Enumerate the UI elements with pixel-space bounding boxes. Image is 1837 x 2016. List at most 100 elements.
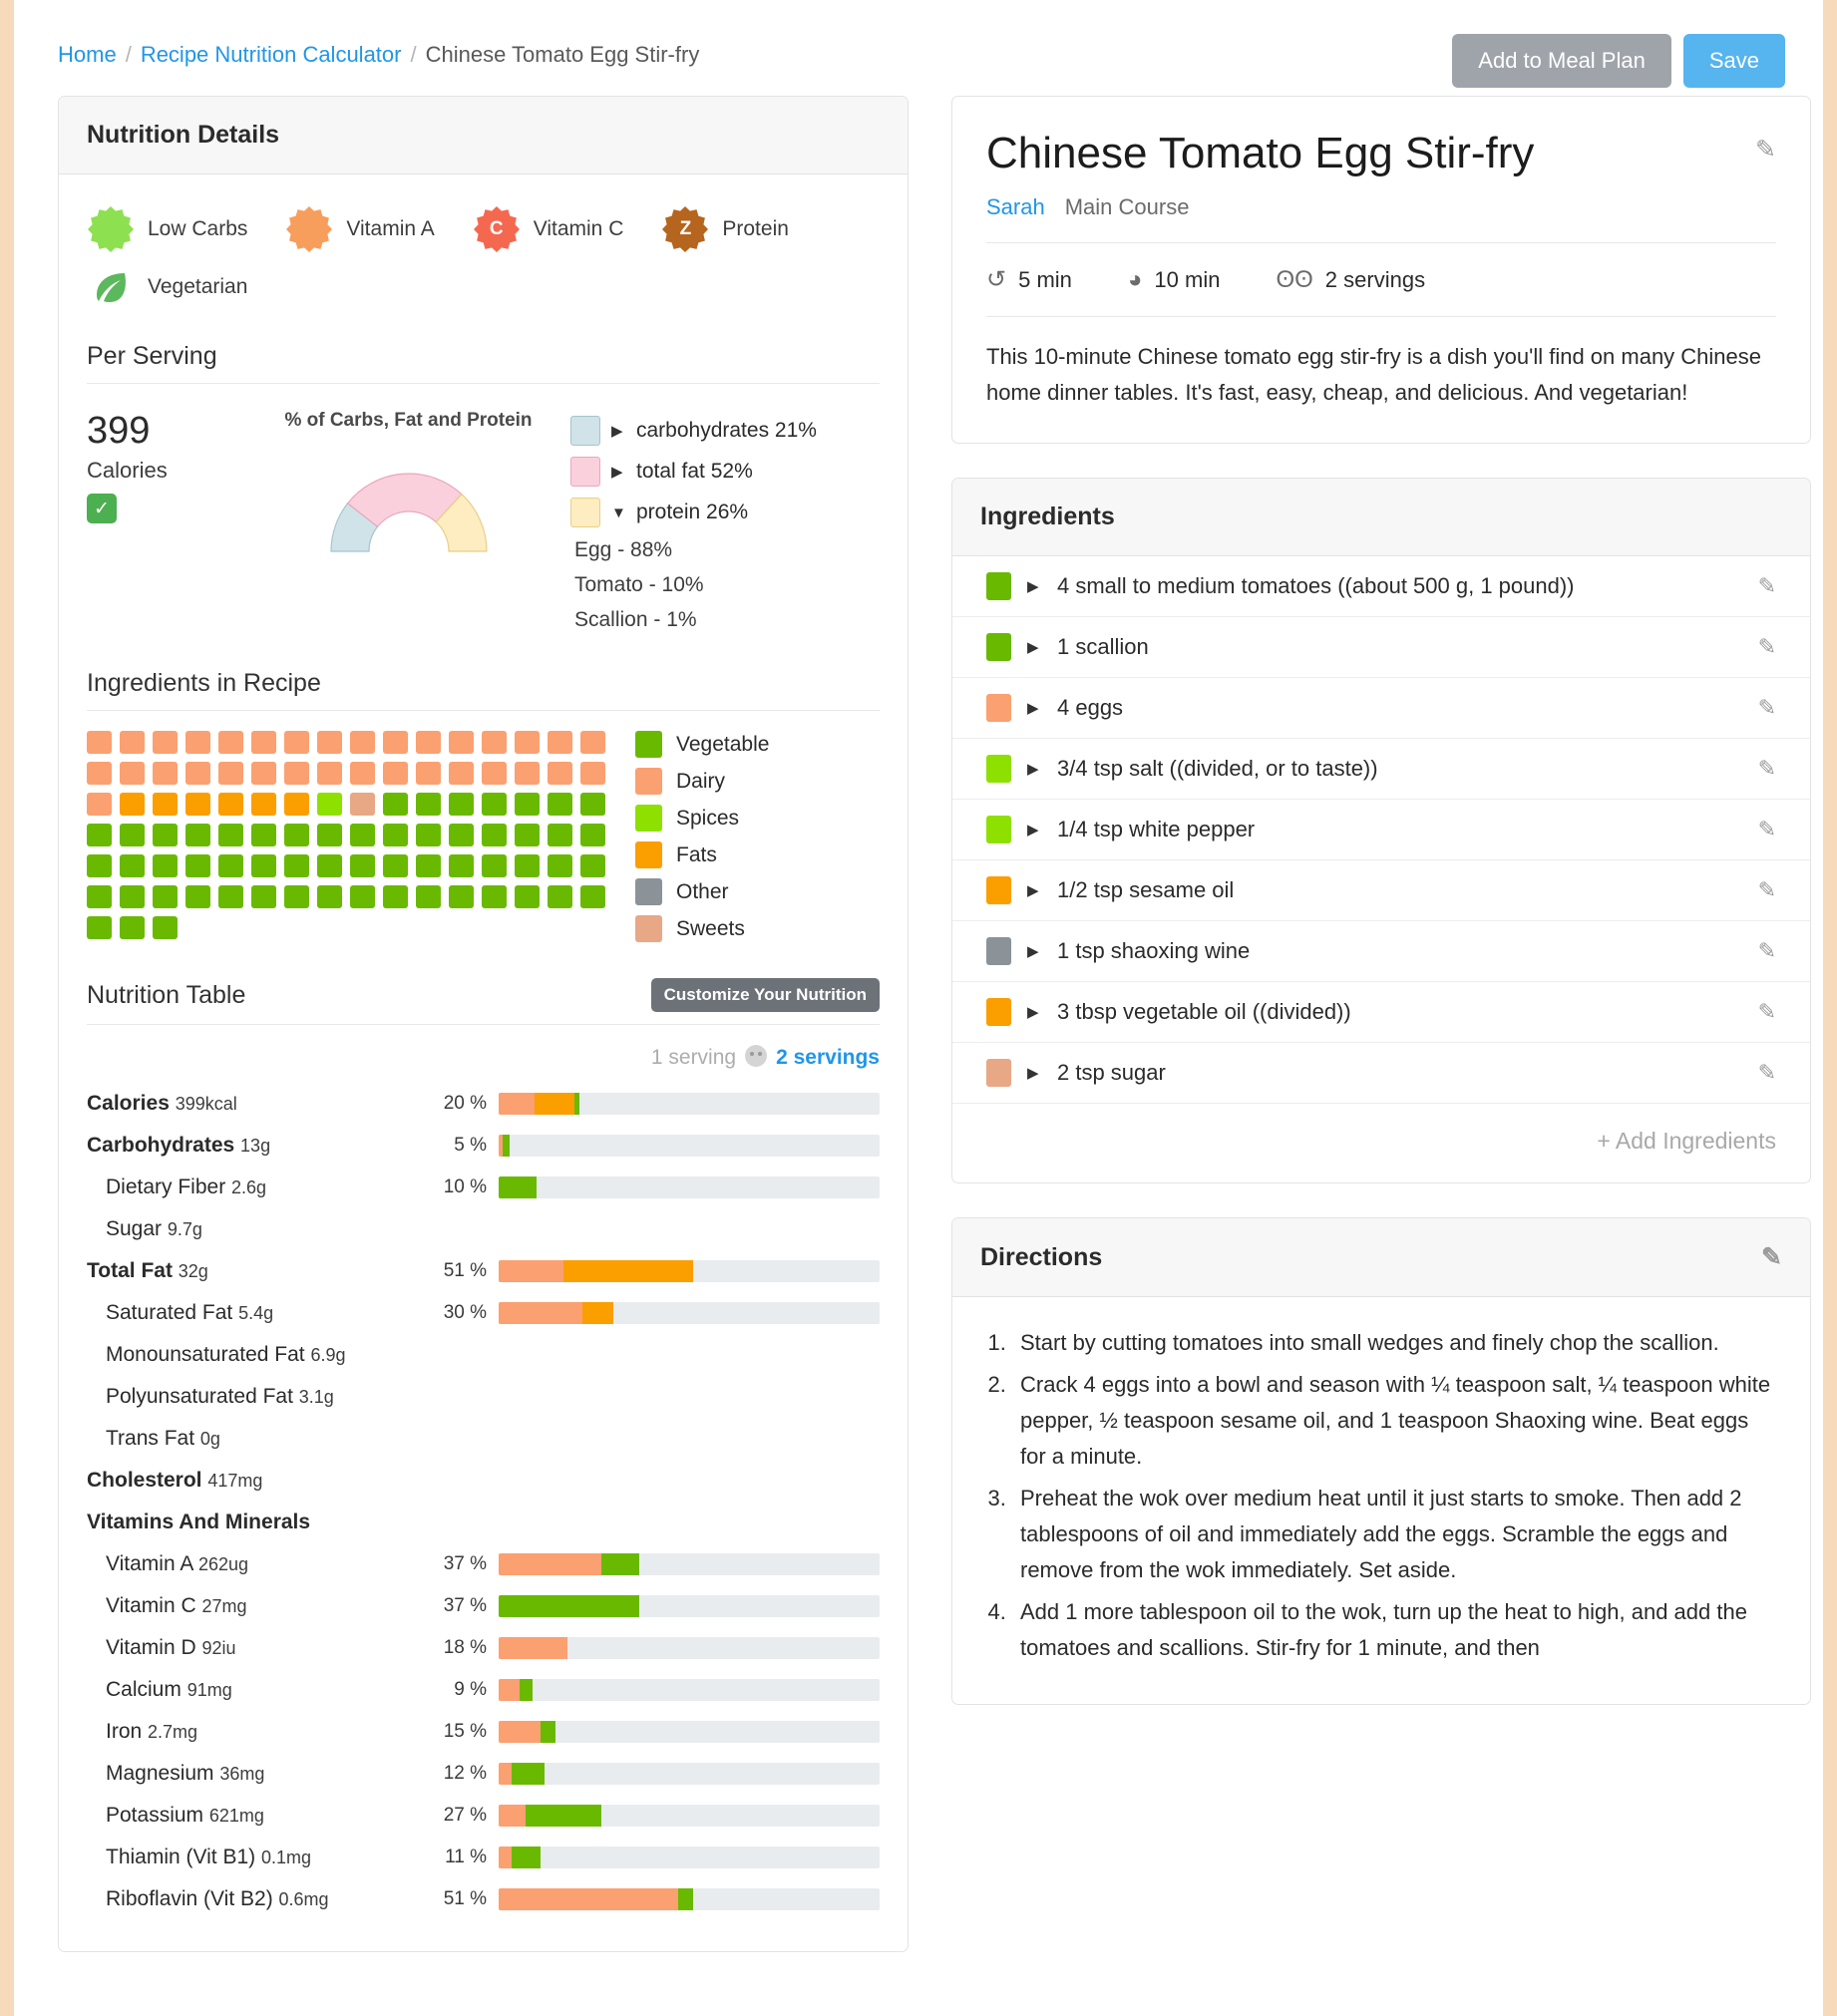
- protein-source-item: Egg - 88%: [574, 538, 673, 561]
- ingredient-row[interactable]: ▶ 1 tsp shaoxing wine ✎: [952, 921, 1810, 982]
- waffle-legend-swatch: [635, 768, 662, 795]
- nutrition-bar-segment: [499, 1679, 520, 1701]
- directions-header: Directions ✎: [952, 1218, 1810, 1297]
- add-to-meal-plan-button[interactable]: Add to Meal Plan: [1452, 34, 1671, 88]
- add-ingredients-label: Add Ingredients: [1615, 1128, 1776, 1154]
- edit-ingredient-pencil-icon[interactable]: ✎: [1758, 573, 1776, 599]
- nutrition-badge-label: Low Carbs: [148, 217, 248, 240]
- waffle-legend-item[interactable]: Fats: [635, 841, 769, 868]
- waffle-cell: [153, 762, 178, 785]
- nutrition-row-label: Vitamin C 27mg: [106, 1594, 247, 1617]
- macro-legend-swatch: [570, 457, 600, 487]
- chevron-right-icon[interactable]: ▶: [611, 422, 625, 440]
- nutrition-row-label: Sugar 9.7g: [106, 1217, 202, 1240]
- breadcrumb-section[interactable]: Recipe Nutrition Calculator: [141, 42, 402, 67]
- chevron-right-icon[interactable]: ▶: [1027, 821, 1041, 839]
- macro-legend-item[interactable]: ▶ carbohydrates 21%: [570, 416, 880, 446]
- ingredient-row[interactable]: ▶ 1/2 tsp sesame oil ✎: [952, 860, 1810, 921]
- waffle-cell: [120, 793, 145, 816]
- left-column: Nutrition Details Low Carbs Vitamin A C Vit…: [58, 96, 909, 1986]
- per-serving-row: 399 Calories ✓ % of Carbs, Fat and Prote…: [87, 404, 880, 643]
- serving-option-two[interactable]: 2 servings: [776, 1046, 880, 1069]
- macro-legend-item[interactable]: ▼ protein 26%: [570, 498, 880, 527]
- waffle-legend-item[interactable]: Spices: [635, 805, 769, 832]
- nutrition-row-label: Saturated Fat 5.4g: [106, 1301, 274, 1324]
- macro-gauge: % of Carbs, Fat and Protein: [246, 404, 570, 564]
- macro-legend-label: carbohydrates 21%: [636, 419, 817, 442]
- chevron-right-icon[interactable]: ▶: [1027, 638, 1041, 656]
- breadcrumb-home[interactable]: Home: [58, 42, 117, 67]
- ingredient-row[interactable]: ▶ 3 tbsp vegetable oil ((divided)) ✎: [952, 982, 1810, 1043]
- edit-ingredient-pencil-icon[interactable]: ✎: [1758, 999, 1776, 1025]
- nutrition-badge: Z Protein: [661, 205, 789, 253]
- ingredient-row[interactable]: ▶ 1/4 tsp white pepper ✎: [952, 800, 1810, 860]
- chevron-right-icon[interactable]: ▶: [1027, 760, 1041, 778]
- serving-size-toggle[interactable]: 1 serving 2 servings: [87, 1045, 880, 1070]
- waffle-legend-item[interactable]: Other: [635, 878, 769, 905]
- nutrition-row-label: Vitamin D 92iu: [106, 1636, 236, 1659]
- breadcrumb-separator: /: [125, 42, 132, 67]
- waffle-cell: [284, 885, 309, 908]
- nutrition-table-row: Magnesium 36mg 12 %: [87, 1754, 880, 1794]
- serving-toggle-knob-icon[interactable]: [745, 1045, 768, 1067]
- ingredient-row[interactable]: ▶ 2 tsp sugar ✎: [952, 1043, 1810, 1104]
- nutrition-row-percent: 12 %: [443, 1763, 487, 1784]
- chevron-right-icon[interactable]: ▶: [611, 463, 625, 481]
- waffle-cell: [284, 762, 309, 785]
- edit-ingredient-pencil-icon[interactable]: ✎: [1758, 1060, 1776, 1086]
- waffle-cell: [449, 854, 474, 877]
- top-actions: Add to Meal Plan Save: [1452, 34, 1785, 88]
- waffle-cell: [218, 793, 243, 816]
- edit-ingredient-pencil-icon[interactable]: ✎: [1758, 634, 1776, 660]
- waffle-cell: [284, 854, 309, 877]
- edit-ingredient-pencil-icon[interactable]: ✎: [1758, 817, 1776, 842]
- chevron-right-icon[interactable]: ▶: [1027, 942, 1041, 960]
- nutrition-row-label: Trans Fat 0g: [106, 1427, 220, 1450]
- nutrition-row-bar: [499, 1888, 880, 1910]
- recipe-author[interactable]: Sarah: [986, 194, 1045, 219]
- breadcrumb-separator: /: [410, 42, 417, 67]
- nutrition-row-label: Riboflavin (Vit B2) 0.6mg: [106, 1887, 329, 1910]
- waffle-cell: [284, 793, 309, 816]
- chevron-right-icon[interactable]: ▶: [1027, 699, 1041, 717]
- edit-ingredient-pencil-icon[interactable]: ✎: [1758, 938, 1776, 964]
- nutrition-table-row: Riboflavin (Vit B2) 0.6mg 51 %: [87, 1879, 880, 1919]
- edit-ingredient-pencil-icon[interactable]: ✎: [1758, 877, 1776, 903]
- edit-recipe-title-pencil-icon[interactable]: ✎: [1755, 127, 1776, 165]
- edit-ingredient-pencil-icon[interactable]: ✎: [1758, 695, 1776, 721]
- waffle-cell: [350, 731, 375, 754]
- nutrition-row-amount: 417mg: [207, 1471, 263, 1491]
- chevron-right-icon[interactable]: ▶: [1027, 1003, 1041, 1021]
- edit-ingredient-pencil-icon[interactable]: ✎: [1758, 756, 1776, 782]
- waffle-legend-item[interactable]: Dairy: [635, 768, 769, 795]
- protein-source-item: Tomato - 10%: [574, 573, 704, 596]
- serving-option-one[interactable]: 1 serving: [651, 1046, 736, 1069]
- ingredient-row[interactable]: ▶ 3/4 tsp salt ((divided, or to taste)) ✎: [952, 739, 1810, 800]
- nutrition-row-label: Iron 2.7mg: [106, 1720, 198, 1743]
- nutrition-badge-label: Vegetarian: [148, 275, 248, 298]
- customize-nutrition-button[interactable]: Customize Your Nutrition: [650, 978, 880, 1012]
- chevron-right-icon[interactable]: ▶: [1027, 881, 1041, 899]
- nutrition-table-row: Vitamin D 92iu 18 %: [87, 1628, 880, 1668]
- chevron-right-icon[interactable]: ▶: [1027, 1064, 1041, 1082]
- ingredient-row[interactable]: ▶ 1 scallion ✎: [952, 617, 1810, 678]
- waffle-cell: [515, 793, 540, 816]
- macro-legend-item[interactable]: ▶ total fat 52%: [570, 457, 880, 487]
- chevron-right-icon[interactable]: ▶: [1027, 577, 1041, 595]
- ingredient-row[interactable]: ▶ 4 small to medium tomatoes ((about 500 …: [952, 556, 1810, 617]
- calories-checkbox[interactable]: ✓: [87, 494, 117, 523]
- edit-directions-pencil-icon[interactable]: ✎: [1761, 1242, 1782, 1272]
- waffle-legend-item[interactable]: Vegetable: [635, 731, 769, 758]
- macro-legend-swatch: [570, 416, 600, 446]
- ingredients-waffle-wrap: Vegetable Dairy Spices Fats Other Sweets: [87, 731, 880, 952]
- waffle-legend-item[interactable]: Sweets: [635, 915, 769, 942]
- save-button[interactable]: Save: [1682, 34, 1785, 88]
- macro-gauge-chart: [329, 473, 488, 552]
- waffle-cell: [153, 854, 178, 877]
- waffle-cell: [185, 885, 210, 908]
- ingredient-row[interactable]: ▶ 4 eggs ✎: [952, 678, 1810, 739]
- chevron-down-icon[interactable]: ▼: [611, 504, 626, 521]
- macro-legend-label: total fat 52%: [636, 460, 753, 483]
- add-ingredients-button[interactable]: + Add Ingredients: [952, 1104, 1810, 1182]
- waffle-cell: [548, 762, 572, 785]
